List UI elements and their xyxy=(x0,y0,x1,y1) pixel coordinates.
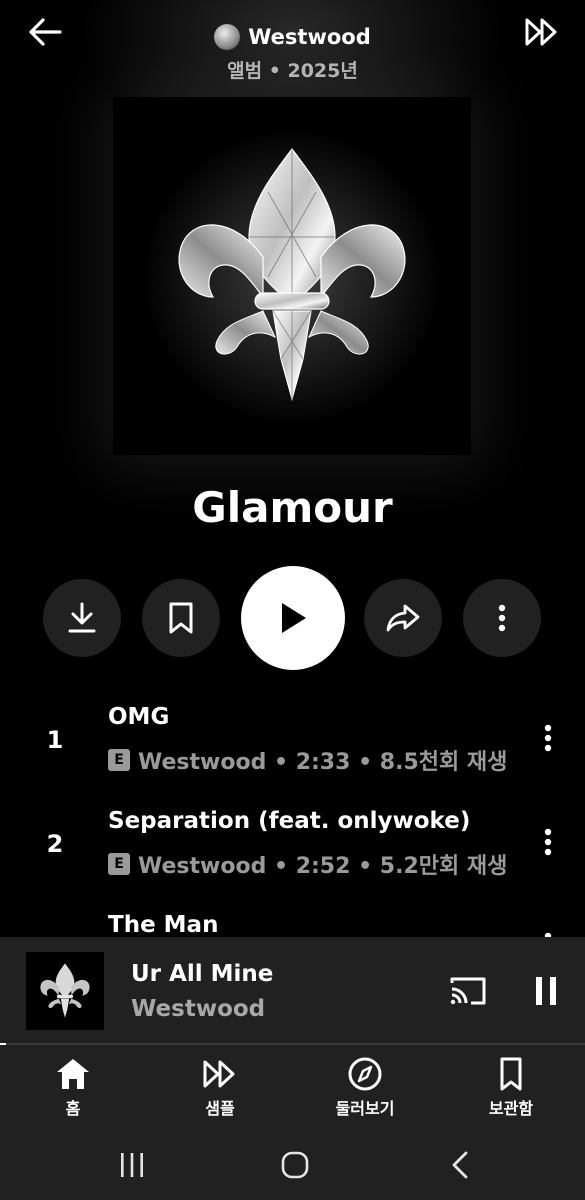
samples-icon xyxy=(203,1060,235,1088)
explicit-badge: E xyxy=(108,749,130,771)
bookmark-icon xyxy=(169,602,193,634)
explicit-badge: E xyxy=(108,853,130,875)
nav-label: 샘플 xyxy=(205,1099,235,1118)
track-subtitle: E Westwood • 2:52 • 5.2만회 재생 xyxy=(108,848,507,880)
track-number: 1 xyxy=(46,726,64,754)
double-chevron-icon xyxy=(525,18,557,46)
nav-item-explore[interactable]: 둘러보기 xyxy=(310,1057,420,1125)
track-title: Separation (feat. onlywoke) xyxy=(108,808,471,834)
nav-item-home[interactable]: 홈 xyxy=(18,1057,128,1125)
samples-shortcut-button[interactable] xyxy=(519,12,565,52)
track-more-button[interactable] xyxy=(530,718,566,758)
artist-avatar xyxy=(214,24,241,50)
album-screen: Westwood 앨범 • 2025년 Glamour 1 OMG E West… xyxy=(0,0,585,1200)
fleur-de-lis-artwork xyxy=(142,127,442,427)
nav-label: 홈 xyxy=(65,1099,81,1118)
track-title: The Man xyxy=(108,912,219,938)
pause-icon xyxy=(536,977,556,1005)
fleur-de-lis-thumbnail xyxy=(40,963,90,1018)
nav-label: 보관함 xyxy=(488,1099,534,1118)
download-icon xyxy=(68,602,96,633)
track-number: 2 xyxy=(46,830,64,858)
system-navigation-bar xyxy=(0,1129,585,1200)
now-playing-thumbnail xyxy=(26,952,104,1030)
track-title: OMG xyxy=(108,704,170,730)
more-vertical-icon xyxy=(544,828,552,856)
download-button[interactable] xyxy=(43,579,121,657)
track-meta: Westwood • 2:33 • 8.5천회 재생 xyxy=(138,750,508,775)
nav-item-samples[interactable]: 샘플 xyxy=(165,1057,275,1125)
artist-name: Westwood xyxy=(248,25,371,49)
album-meta: 앨범 • 2025년 xyxy=(227,60,358,82)
bookmark-icon xyxy=(500,1057,522,1091)
play-album-button[interactable] xyxy=(241,566,345,670)
share-button[interactable] xyxy=(364,579,442,657)
track-meta: Westwood • 2:52 • 5.2만회 재생 xyxy=(138,854,508,879)
nav-label: 둘러보기 xyxy=(335,1099,395,1118)
mini-player[interactable]: Ur All Mine Westwood xyxy=(0,937,585,1043)
system-back-button[interactable] xyxy=(430,1145,490,1185)
share-icon xyxy=(386,604,420,632)
save-to-library-button[interactable] xyxy=(142,579,220,657)
home-icon xyxy=(57,1059,89,1089)
recent-apps-icon xyxy=(121,1153,143,1177)
recent-apps-button[interactable] xyxy=(102,1145,162,1185)
home-outline-icon xyxy=(281,1151,309,1179)
track-more-button[interactable] xyxy=(530,822,566,862)
pause-button[interactable] xyxy=(524,969,568,1013)
more-vertical-icon xyxy=(498,604,506,632)
more-vertical-icon xyxy=(544,724,552,752)
back-chevron-icon xyxy=(452,1151,468,1179)
now-playing-artist: Westwood xyxy=(131,996,266,1022)
cast-button[interactable] xyxy=(446,969,490,1013)
cast-icon xyxy=(450,977,486,1005)
artist-link[interactable]: Westwood xyxy=(0,24,585,50)
track-row[interactable]: 2 Separation (feat. onlywoke) E Westwood… xyxy=(0,808,585,904)
track-row[interactable]: 1 OMG E Westwood • 2:33 • 8.5천회 재생 xyxy=(0,704,585,800)
track-subtitle: E Westwood • 2:33 • 8.5천회 재생 xyxy=(108,744,507,776)
home-system-button[interactable] xyxy=(265,1145,325,1185)
play-icon xyxy=(282,603,306,633)
bottom-navigation: 홈 샘플 둘러보기 보관함 xyxy=(0,1045,585,1129)
album-title: Glamour xyxy=(192,483,393,532)
album-cover xyxy=(113,97,471,455)
compass-icon xyxy=(348,1057,382,1091)
nav-item-library[interactable]: 보관함 xyxy=(456,1057,566,1125)
now-playing-title: Ur All Mine xyxy=(131,961,274,987)
more-options-button[interactable] xyxy=(463,579,541,657)
